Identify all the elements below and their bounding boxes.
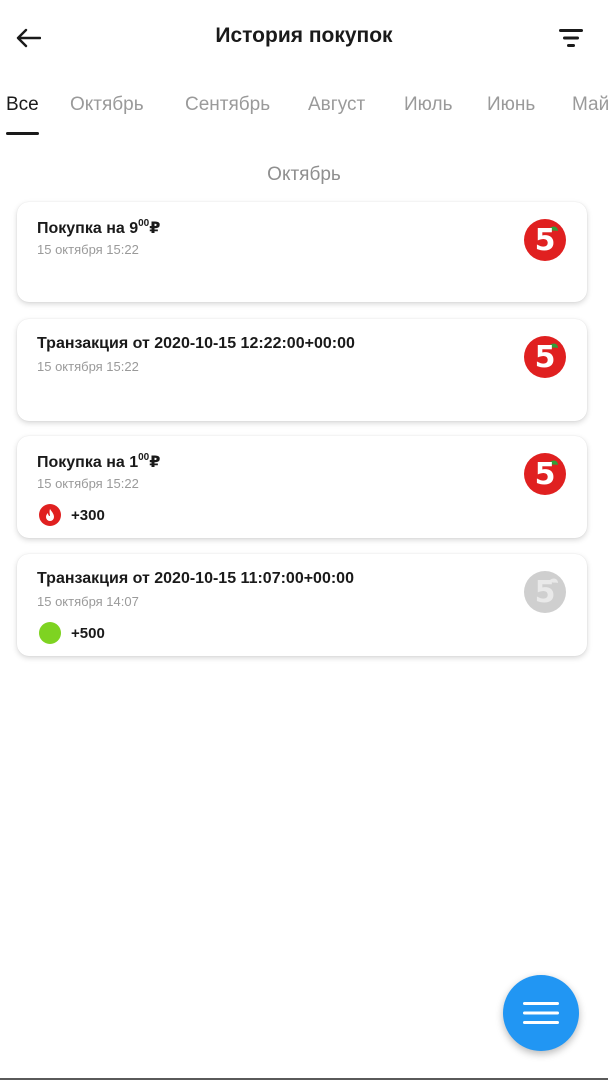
bonus-value: +300 <box>71 506 105 524</box>
bonus-points: +500 <box>39 622 105 644</box>
page-title: История покупок <box>215 24 393 47</box>
card-date: 15 октября 15:22 <box>37 476 139 491</box>
svg-text:5: 5 <box>535 575 556 610</box>
svg-text:5: 5 <box>535 340 556 375</box>
transaction-card[interactable]: Транзакция от 2020-10-15 11:07:00+00:00 … <box>17 554 587 656</box>
tab-may[interactable]: Май <box>572 94 608 116</box>
menu-fab-button[interactable] <box>503 975 579 1051</box>
month-tabs: Все Октябрь Сентябрь Август Июль Июнь Ма… <box>0 86 608 138</box>
active-tab-indicator <box>6 132 39 135</box>
tab-july[interactable]: Июль <box>404 94 452 116</box>
svg-text:5: 5 <box>535 457 556 492</box>
store-logo-icon: 5 <box>524 219 566 261</box>
tab-all[interactable]: Все <box>6 94 39 116</box>
purchase-card[interactable]: Покупка на 100₽ 15 октября 15:22 5 +300 <box>17 436 587 538</box>
section-title: Октябрь <box>267 164 341 185</box>
card-date: 15 октября 15:22 <box>37 359 139 374</box>
card-date: 15 октября 14:07 <box>37 594 139 609</box>
filter-button[interactable] <box>556 22 586 54</box>
hamburger-menu-icon <box>523 1002 559 1024</box>
tab-august[interactable]: Август <box>308 94 365 116</box>
transaction-card[interactable]: Транзакция от 2020-10-15 12:22:00+00:00 … <box>17 319 587 421</box>
green-dot-icon <box>39 622 61 644</box>
store-logo-icon: 5 <box>524 336 566 378</box>
bonus-value: +500 <box>71 624 105 642</box>
card-title: Покупка на 100₽ <box>37 452 161 471</box>
card-title: Транзакция от 2020-10-15 11:07:00+00:00 <box>37 570 354 587</box>
card-title: Транзакция от 2020-10-15 12:22:00+00:00 <box>37 335 355 352</box>
tab-september[interactable]: Сентябрь <box>185 94 270 116</box>
store-logo-icon: 5 <box>524 453 566 495</box>
card-date: 15 октября 15:22 <box>37 242 139 257</box>
bonus-points: +300 <box>39 504 105 526</box>
svg-text:5: 5 <box>535 223 556 258</box>
app-header: История покупок <box>0 0 608 76</box>
tab-june[interactable]: Июнь <box>487 94 535 116</box>
store-logo-gray-icon: 5 <box>524 571 566 613</box>
tab-october[interactable]: Октябрь <box>70 94 144 116</box>
flame-icon <box>39 504 61 526</box>
purchase-card[interactable]: Покупка на 900₽ 15 октября 15:22 5 <box>17 202 587 302</box>
filter-icon <box>559 29 583 47</box>
card-title: Покупка на 900₽ <box>37 218 161 237</box>
